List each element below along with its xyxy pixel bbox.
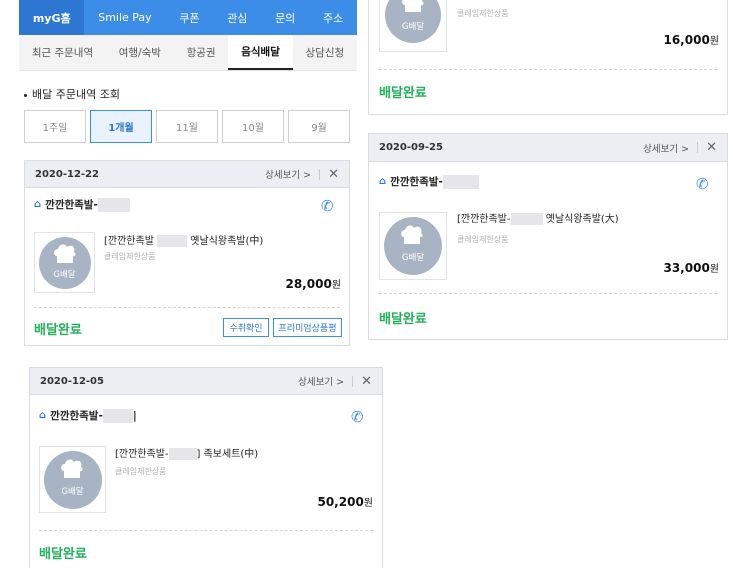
chef-hat-icon	[53, 244, 76, 263]
nav-tab-inquiry[interactable]: 문의	[261, 0, 309, 35]
divider-line	[39, 530, 373, 531]
nav-tab-smile-pay[interactable]: Smile Pay	[84, 0, 165, 35]
period-1week-button[interactable]: 1주일	[24, 110, 86, 143]
product-thumbnail: G배달	[379, 212, 447, 280]
g-delivery-logo: G배달	[384, 217, 442, 275]
card-header: 2020-09-25 상세보기 > ✕	[369, 134, 727, 162]
divider-line	[379, 293, 717, 294]
g-delivery-logo: G배달	[43, 450, 102, 509]
period-nov-button[interactable]: 11월	[156, 110, 218, 143]
divider-line	[379, 69, 717, 70]
tab-travel[interactable]: 여행/숙박	[106, 35, 174, 70]
nav-tab-coupon[interactable]: 쿠폰	[166, 0, 214, 35]
tab-food-delivery[interactable]: 음식배달	[228, 35, 293, 70]
period-1month-button[interactable]: 1개월	[90, 110, 152, 143]
home-icon: ⌂	[34, 199, 42, 210]
thumb-label: G배달	[401, 253, 425, 263]
section-title: 배달 주문내역 조회	[24, 86, 120, 102]
top-nav: myG홈 Smile Pay 쿠폰 관심 문의 주소	[19, 0, 357, 35]
masked-text	[97, 197, 130, 212]
g-delivery-logo: G배달	[38, 236, 91, 289]
detail-link[interactable]: 상세보기 >	[643, 141, 689, 155]
order-date: 2020-09-25	[379, 142, 443, 153]
chef-hat-icon	[402, 0, 424, 12]
tab-recent-orders[interactable]: 최근 주문내역	[19, 35, 106, 70]
tab-consult[interactable]: 상담신청	[293, 35, 357, 70]
product-name: [깐깐한족발 옛날식왕족발(中)	[104, 235, 264, 247]
card-header: 2020-12-05 상세보기 > ✕	[30, 368, 382, 395]
home-icon: ⌂	[379, 176, 387, 187]
delivery-status: 배달완료	[379, 86, 427, 101]
masked-text	[102, 408, 133, 423]
divider	[319, 168, 321, 180]
close-icon[interactable]: ✕	[706, 141, 717, 154]
masked-text	[442, 174, 479, 189]
product-thumbnail: G배달	[39, 446, 106, 513]
bullet-icon	[24, 93, 27, 97]
thumb-label: G배달	[401, 22, 425, 32]
divider-line	[34, 307, 340, 308]
order-date: 2020-12-05	[40, 375, 104, 387]
tab-flight[interactable]: 항공권	[174, 35, 229, 70]
product-thumbnail: G배달	[379, 0, 447, 52]
close-icon[interactable]: ✕	[328, 168, 339, 181]
chef-hat-icon	[60, 459, 83, 478]
phone-call-icon[interactable]: ✆	[351, 408, 364, 426]
nav-tab-address[interactable]: 주소	[309, 0, 357, 35]
divider	[697, 142, 699, 153]
thumb-label: G배달	[53, 269, 76, 280]
delivery-status: 배달완료	[379, 312, 427, 327]
thumb-label: G배달	[61, 486, 84, 497]
detail-link[interactable]: 상세보기 >	[265, 167, 311, 181]
divider	[352, 375, 354, 387]
period-filter: 1주일 1개월 11월 10월 9월	[24, 110, 350, 143]
order-card-1205: 2020-12-05 상세보기 > ✕ ⌂ 깐깐한족발- | ✆ G배달 [깐깐한…	[29, 367, 383, 568]
store-name: ⌂ 깐깐한족발- |	[39, 408, 137, 423]
premium-review-button[interactable]: 프리미엄상품평	[273, 318, 342, 337]
period-sep-button[interactable]: 9월	[288, 110, 350, 143]
order-card-1222: 2020-12-22 상세보기 > ✕ ⌂ 깐깐한족발- ✆ G배달 [깐깐한족…	[24, 160, 350, 346]
order-card-0925: 2020-09-25 상세보기 > ✕ ⌂ 깐깐한족발- ✆ G배달 [깐깐한족…	[368, 133, 728, 340]
claim-restricted-label: 클레임제한상품	[104, 252, 156, 261]
card-header: 2020-12-22 상세보기 > ✕	[25, 161, 349, 188]
home-icon: ⌂	[39, 410, 47, 421]
confirm-receipt-button[interactable]: 수취확인	[223, 318, 269, 337]
chef-hat-icon	[401, 225, 423, 244]
claim-restricted-label: 클레임제한상품	[457, 235, 509, 244]
detail-link[interactable]: 상세보기 >	[298, 374, 344, 388]
g-delivery-logo: G배달	[385, 0, 441, 43]
order-card-top: G배달 클레임제한상품 16,000원 배달완료	[368, 0, 728, 115]
order-price: 33,000원	[663, 261, 719, 275]
store-name: ⌂ 깐깐한족발-	[379, 174, 479, 189]
delivery-status: 배달완료	[39, 547, 87, 562]
store-name: ⌂ 깐깐한족발-	[34, 197, 130, 212]
order-date: 2020-12-22	[35, 168, 99, 180]
order-price: 16,000원	[663, 33, 719, 47]
order-price: 28,000원	[285, 277, 341, 291]
product-thumbnail: G배달	[34, 232, 95, 293]
delivery-status: 배달완료	[34, 323, 82, 338]
sub-tabs: 최근 주문내역 여행/숙박 항공권 음식배달 상담신청	[19, 35, 357, 71]
period-oct-button[interactable]: 10월	[222, 110, 284, 143]
nav-tab-myg-home[interactable]: myG홈	[19, 0, 85, 35]
product-name: [깐깐한족발- 옛날식왕족발(大)	[457, 213, 619, 225]
phone-call-icon[interactable]: ✆	[321, 197, 334, 215]
phone-call-icon[interactable]: ✆	[696, 175, 709, 193]
nav-tab-interest[interactable]: 관심	[213, 0, 261, 35]
close-icon[interactable]: ✕	[361, 375, 372, 388]
product-name: [깐깐한족발-] 족보세트(中)	[115, 448, 259, 460]
claim-restricted-label: 클레임제한상품	[457, 9, 509, 18]
claim-restricted-label: 클레임제한상품	[115, 467, 167, 476]
order-price: 50,200원	[317, 495, 373, 509]
